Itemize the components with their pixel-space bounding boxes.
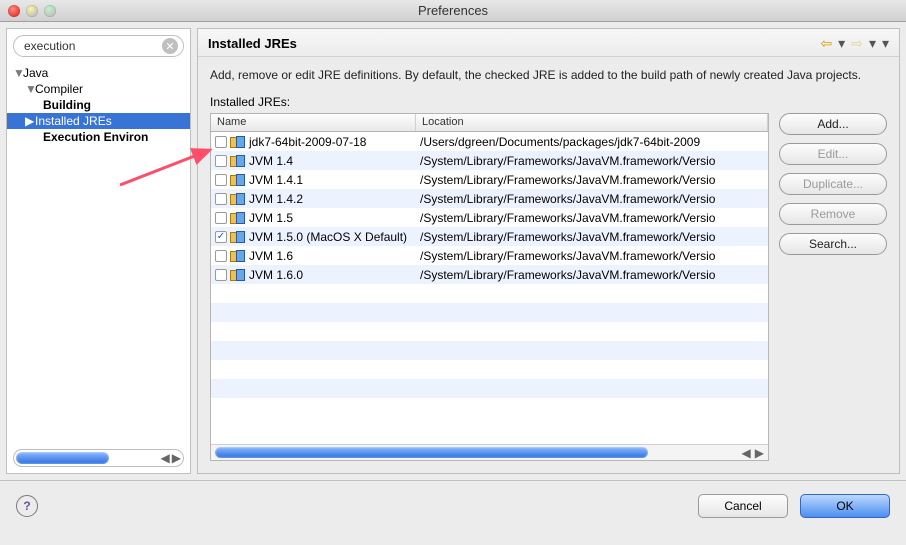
window-titlebar: Preferences [0, 0, 906, 22]
nav-back-menu-icon[interactable]: ▾ [838, 35, 845, 52]
table-row [211, 284, 768, 303]
help-icon[interactable]: ? [16, 495, 38, 517]
clear-search-icon[interactable]: ✕ [162, 38, 178, 54]
jre-checkbox[interactable] [215, 250, 227, 262]
add-button[interactable]: Add... [779, 113, 887, 135]
jre-table: Name Location jdk7-64bit-2009-07-18/User… [210, 113, 769, 461]
jre-icon [230, 250, 246, 262]
jre-checkbox[interactable]: ✓ [215, 231, 227, 243]
tree-node-building[interactable]: Building [7, 97, 190, 113]
tree-label: Execution Environ [43, 130, 148, 144]
jre-name: JVM 1.4 [249, 154, 293, 168]
jre-icon [230, 212, 246, 224]
table-row [211, 379, 768, 398]
jre-name: JVM 1.4.2 [249, 192, 303, 206]
filter-search-input[interactable] [13, 35, 184, 57]
table-row [211, 398, 768, 417]
jre-location: /System/Library/Frameworks/JavaVM.framew… [416, 192, 768, 206]
jre-location: /System/Library/Frameworks/JavaVM.framew… [416, 230, 768, 244]
preferences-tree: ▼Java ▼Compiler Building ▶Installed JREs… [7, 63, 190, 445]
table-row[interactable]: JVM 1.6/System/Library/Frameworks/JavaVM… [211, 246, 768, 265]
jre-name: jdk7-64bit-2009-07-18 [249, 135, 366, 149]
jre-icon [230, 193, 246, 205]
jre-location: /System/Library/Frameworks/JavaVM.framew… [416, 173, 768, 187]
table-row [211, 322, 768, 341]
edit-button[interactable]: Edit... [779, 143, 887, 165]
table-row[interactable]: JVM 1.4/System/Library/Frameworks/JavaVM… [211, 151, 768, 170]
jre-location: /System/Library/Frameworks/JavaVM.framew… [416, 249, 768, 263]
preferences-sidebar: ✕ ▼Java ▼Compiler Building ▶Installed JR… [6, 28, 191, 474]
jre-location: /Users/dgreen/Documents/packages/jdk7-64… [416, 135, 768, 149]
main-panel: Installed JREs ⇦ ▾ ⇨ ▾ ▾ Add, remove or ed… [197, 28, 900, 474]
scroll-right-icon[interactable]: ▶ [172, 451, 181, 465]
jre-name: JVM 1.5 [249, 211, 293, 225]
jre-icon [230, 136, 246, 148]
sidebar-horizontal-scrollbar[interactable]: ◀▶ [13, 449, 184, 467]
scroll-right-icon[interactable]: ▶ [755, 446, 764, 460]
table-row[interactable]: jdk7-64bit-2009-07-18/Users/dgreen/Docum… [211, 132, 768, 151]
tree-node-execution-environments[interactable]: Execution Environ [7, 129, 190, 145]
window-title: Preferences [0, 3, 906, 18]
scroll-left-icon[interactable]: ◀ [742, 446, 751, 460]
jre-checkbox[interactable] [215, 174, 227, 186]
jre-location: /System/Library/Frameworks/JavaVM.framew… [416, 211, 768, 225]
table-row [211, 360, 768, 379]
jre-name: JVM 1.4.1 [249, 173, 303, 187]
scrollbar-thumb[interactable] [215, 447, 648, 458]
tree-label: Java [23, 66, 48, 80]
jre-location: /System/Library/Frameworks/JavaVM.framew… [416, 268, 768, 282]
duplicate-button[interactable]: Duplicate... [779, 173, 887, 195]
tree-label: Building [43, 98, 91, 112]
jre-checkbox[interactable] [215, 269, 227, 281]
jre-location: /System/Library/Frameworks/JavaVM.framew… [416, 154, 768, 168]
page-description: Add, remove or edit JRE definitions. By … [198, 57, 899, 95]
scroll-left-icon[interactable]: ◀ [161, 451, 170, 465]
nav-forward-icon[interactable]: ⇨ [851, 35, 863, 52]
scrollbar-thumb[interactable] [16, 452, 109, 464]
tree-node-compiler[interactable]: ▼Compiler [7, 81, 190, 97]
table-row [211, 341, 768, 360]
tree-node-installed-jres[interactable]: ▶Installed JREs [7, 113, 190, 129]
jre-checkbox[interactable] [215, 193, 227, 205]
jre-icon [230, 174, 246, 186]
tree-label: Installed JREs [35, 114, 112, 128]
table-label: Installed JREs: [210, 95, 769, 109]
table-row[interactable]: ✓ JVM 1.5.0 (MacOS X Default) /System/Libr… [211, 227, 768, 246]
column-header-location[interactable]: Location [416, 114, 768, 131]
jre-name: JVM 1.6.0 [249, 268, 303, 282]
tree-label: Compiler [35, 82, 83, 96]
jre-icon [230, 155, 246, 167]
jre-checkbox[interactable] [215, 136, 227, 148]
tree-node-java[interactable]: ▼Java [7, 65, 190, 81]
jre-name: JVM 1.6 [249, 249, 293, 263]
remove-button[interactable]: Remove [779, 203, 887, 225]
cancel-button[interactable]: Cancel [698, 494, 788, 518]
ok-button[interactable]: OK [800, 494, 890, 518]
jre-icon [230, 231, 246, 243]
table-row[interactable]: JVM 1.5/System/Library/Frameworks/JavaVM… [211, 208, 768, 227]
nav-back-icon[interactable]: ⇦ [820, 35, 832, 52]
table-horizontal-scrollbar[interactable]: ◀▶ [211, 444, 768, 460]
view-menu-icon[interactable]: ▾ [882, 35, 889, 52]
table-row[interactable]: JVM 1.4.1/System/Library/Frameworks/Java… [211, 170, 768, 189]
jre-icon [230, 269, 246, 281]
table-row[interactable]: JVM 1.4.2/System/Library/Frameworks/Java… [211, 189, 768, 208]
page-title: Installed JREs [208, 36, 297, 51]
jre-name: JVM 1.5.0 (MacOS X Default) [249, 230, 407, 244]
jre-checkbox[interactable] [215, 155, 227, 167]
dialog-footer: ? Cancel OK [0, 480, 906, 530]
jre-checkbox[interactable] [215, 212, 227, 224]
nav-forward-menu-icon[interactable]: ▾ [869, 35, 876, 52]
table-row [211, 303, 768, 322]
table-row[interactable]: JVM 1.6.0/System/Library/Frameworks/Java… [211, 265, 768, 284]
search-button[interactable]: Search... [779, 233, 887, 255]
column-header-name[interactable]: Name [211, 114, 416, 131]
